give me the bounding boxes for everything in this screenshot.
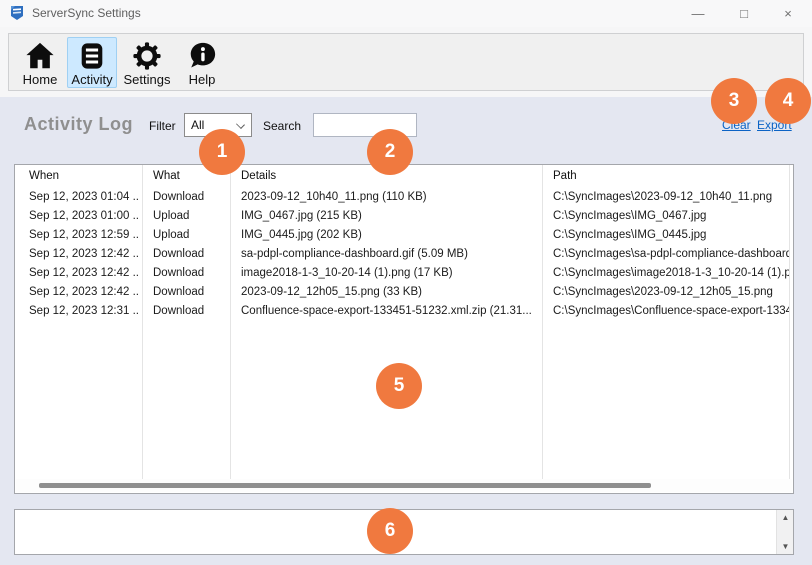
cell-details: 2023-09-12_10h40_11.png (110 KB) (241, 188, 538, 207)
toolbar-item-activity[interactable]: Activity (67, 37, 117, 88)
cell-what: Download (153, 264, 227, 283)
app-logo-icon (9, 5, 25, 21)
cell-when: Sep 12, 2023 12:42 ... (29, 245, 139, 264)
callout-badge-2: 2 (367, 129, 413, 175)
callout-badge-1: 1 (199, 129, 245, 175)
home-icon (25, 41, 55, 71)
chevron-down-icon (236, 120, 245, 129)
cell-what: Upload (153, 226, 227, 245)
gear-icon (132, 41, 162, 71)
filter-dropdown-value: All (191, 118, 204, 132)
cell-details: IMG_0445.jpg (202 KB) (241, 226, 538, 245)
toolbar-item-home[interactable]: Home (15, 37, 65, 88)
cell-details: IMG_0467.jpg (215 KB) (241, 207, 538, 226)
maximize-button[interactable]: □ (722, 0, 766, 27)
table-row[interactable]: Sep 12, 2023 01:04 ... Download 2023-09-… (15, 188, 793, 207)
cell-what: Download (153, 188, 227, 207)
cell-path: C:\SyncImages\2023-09-12_12h05_15.png (553, 283, 789, 302)
table-row[interactable]: Sep 12, 2023 12:59 ... Upload IMG_0445.j… (15, 226, 793, 245)
cell-when: Sep 12, 2023 01:04 ... (29, 188, 139, 207)
horizontal-scrollbar[interactable] (16, 479, 792, 492)
toolbar-home-label: Home (23, 72, 58, 87)
cell-path: C:\SyncImages\image2018-1-3_10-20-14 (1)… (553, 264, 789, 283)
callout-badge-6: 6 (367, 508, 413, 554)
cell-what: Upload (153, 207, 227, 226)
column-header-path[interactable]: Path (553, 165, 789, 188)
cell-path: C:\SyncImages\IMG_0445.jpg (553, 226, 789, 245)
toolbar: Home Activity (8, 33, 804, 91)
search-label: Search (263, 119, 301, 133)
filter-label: Filter (149, 119, 176, 133)
cell-when: Sep 12, 2023 12:42 ... (29, 283, 139, 302)
table-row[interactable]: Sep 12, 2023 12:42 ... Download sa-pdpl-… (15, 245, 793, 264)
scroll-down-icon[interactable]: ▼ (777, 539, 794, 554)
table-body: Sep 12, 2023 01:04 ... Download 2023-09-… (15, 188, 793, 321)
cell-when: Sep 12, 2023 01:00 ... (29, 207, 139, 226)
cell-when: Sep 12, 2023 12:59 ... (29, 226, 139, 245)
vertical-scrollbar[interactable]: ▲ ▼ (776, 510, 793, 554)
toolbar-item-help[interactable]: Help (177, 37, 227, 88)
cell-path: C:\SyncImages\IMG_0467.jpg (553, 207, 789, 226)
activity-log-table: When What Details Path Sep 12, 2023 01:0… (14, 164, 794, 494)
toolbar-item-settings[interactable]: Settings (119, 37, 175, 88)
callout-badge-5: 5 (376, 363, 422, 409)
cell-path: C:\SyncImages\sa-pdpl-compliance-dashboa… (553, 245, 789, 264)
table-row[interactable]: Sep 12, 2023 12:42 ... Download 2023-09-… (15, 283, 793, 302)
horizontal-scrollbar-thumb[interactable] (39, 483, 651, 488)
cell-path: C:\SyncImages\2023-09-12_10h40_11.png (553, 188, 789, 207)
cell-what: Download (153, 302, 227, 321)
app-window: ServerSync Settings — □ × Home A (0, 0, 812, 565)
cell-when: Sep 12, 2023 12:42 ... (29, 264, 139, 283)
cell-path: C:\SyncImages\Confluence-space-export-13… (553, 302, 789, 321)
cell-details: image2018-1-3_10-20-14 (1).png (17 KB) (241, 264, 538, 283)
cell-details: Confluence-space-export-133451-51232.xml… (241, 302, 538, 321)
close-button[interactable]: × (766, 0, 810, 27)
window-title: ServerSync Settings (32, 6, 141, 20)
table-row[interactable]: Sep 12, 2023 01:00 ... Upload IMG_0467.j… (15, 207, 793, 226)
scroll-up-icon[interactable]: ▲ (777, 510, 794, 525)
page-title: Activity Log (24, 114, 133, 135)
titlebar: ServerSync Settings — □ × (0, 0, 812, 27)
toolbar-settings-label: Settings (124, 72, 171, 87)
column-header-when[interactable]: When (29, 165, 139, 188)
cell-when: Sep 12, 2023 12:31 ... (29, 302, 139, 321)
activity-list-icon (77, 41, 107, 71)
toolbar-activity-label: Activity (71, 72, 112, 87)
cell-what: Download (153, 245, 227, 264)
table-row[interactable]: Sep 12, 2023 12:42 ... Download image201… (15, 264, 793, 283)
toolbar-help-label: Help (189, 72, 216, 87)
cell-details: 2023-09-12_12h05_15.png (33 KB) (241, 283, 538, 302)
table-row[interactable]: Sep 12, 2023 12:31 ... Download Confluen… (15, 302, 793, 321)
callout-badge-3: 3 (711, 78, 757, 124)
help-bubble-icon (187, 41, 217, 71)
callout-badge-4: 4 (765, 78, 811, 124)
cell-details: sa-pdpl-compliance-dashboard.gif (5.09 M… (241, 245, 538, 264)
cell-what: Download (153, 283, 227, 302)
minimize-button[interactable]: — (676, 0, 720, 27)
